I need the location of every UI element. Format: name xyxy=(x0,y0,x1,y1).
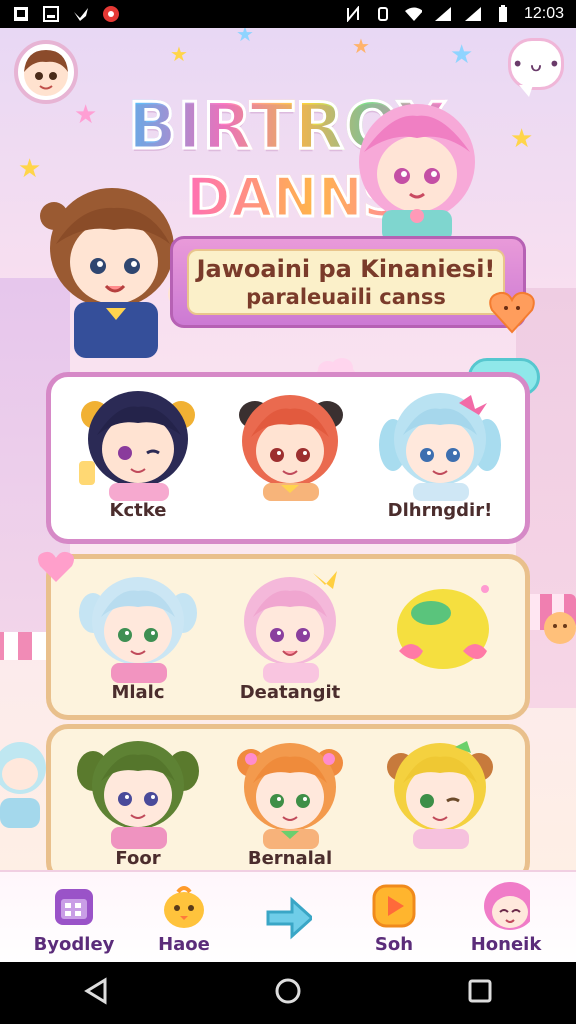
character-row-1: Kctke Dlhrngdir! xyxy=(46,372,530,544)
red-hair-girl-avatar xyxy=(239,395,343,501)
character-row-2: Mlalc Deatangit xyxy=(46,554,530,720)
nav-label: Byodley xyxy=(33,933,115,955)
blue-hair-girl-avatar xyxy=(379,393,501,501)
nav-item-honeik[interactable]: Honeik xyxy=(456,872,556,962)
play-icon xyxy=(370,882,418,930)
nfc-icon xyxy=(344,5,362,23)
nav-label: Soh xyxy=(374,933,414,955)
character-card[interactable] xyxy=(215,381,365,531)
nav-item-byodley[interactable]: Byodley xyxy=(24,872,124,962)
nav-item-arrow[interactable] xyxy=(238,872,338,962)
character-name: Mlalc xyxy=(111,682,165,703)
character-name: Dlhrngdir! xyxy=(387,500,493,521)
pink-hair-girl-mascot xyxy=(359,104,475,242)
status-time: 12:03 xyxy=(523,5,564,22)
character-card[interactable] xyxy=(365,729,515,879)
nav-item-soh[interactable]: Soh xyxy=(344,872,444,962)
star-icon: ★ xyxy=(18,154,42,184)
yellow-blob-pet-avatar xyxy=(397,585,489,669)
signal2-icon xyxy=(464,5,482,23)
calendar-icon xyxy=(50,882,98,930)
bottom-navigation: Byodley Haoe Soh Honeik xyxy=(0,870,576,962)
character-card[interactable] xyxy=(365,563,515,713)
character-name: Kctke xyxy=(109,500,167,521)
star-icon: ★ xyxy=(352,34,370,58)
bird-icon xyxy=(72,5,90,23)
gallery-icon xyxy=(12,5,30,23)
character-name: Bernalal xyxy=(247,848,333,869)
signal-icon xyxy=(434,5,452,23)
banner-subtitle: paraleuaili canss xyxy=(246,285,446,309)
heart-icon xyxy=(489,291,535,334)
star-icon: ★ xyxy=(510,124,534,154)
blonde-hair-girl-avatar xyxy=(387,741,493,849)
side-character-left xyxy=(0,742,46,828)
green-hair-girl-avatar xyxy=(77,741,199,849)
back-icon[interactable] xyxy=(81,976,111,1010)
system-navigation-bar xyxy=(0,962,576,1024)
vibrate-icon xyxy=(374,5,392,23)
star-icon: ★ xyxy=(450,40,474,70)
avatar-icon xyxy=(24,50,68,96)
character-row-3: Foor Bernalal xyxy=(46,724,530,884)
lightblue-hair-girl-avatar xyxy=(79,577,197,683)
dark-hair-girl-avatar xyxy=(79,391,195,501)
star-icon: ★ xyxy=(170,42,188,66)
arrow-icon xyxy=(264,892,312,940)
character-name: Foor xyxy=(115,848,161,869)
star-icon: ★ xyxy=(74,100,98,130)
orange-hair-girl-avatar xyxy=(237,743,343,849)
character-name: Deatangit xyxy=(239,682,341,703)
chat-bubble-icon: • ᴗ • xyxy=(511,52,561,76)
wifi-icon xyxy=(404,5,422,23)
heart-icon xyxy=(38,551,74,582)
battery-icon xyxy=(494,5,512,23)
character-card[interactable]: Mlalc xyxy=(63,563,213,713)
banner-title: Jawoaini pa Kinaniesi! xyxy=(196,255,496,283)
profile-icon xyxy=(482,881,530,930)
image-icon xyxy=(42,5,60,23)
side-character-right xyxy=(544,612,576,644)
announcement-banner[interactable]: Jawoaini pa Kinaniesi! paraleuaili canss xyxy=(170,236,526,328)
character-card[interactable]: Bernalal xyxy=(215,729,365,879)
pink-hair-girl-avatar xyxy=(244,571,337,683)
nav-label: Haoe xyxy=(158,933,210,955)
home-icon[interactable] xyxy=(273,976,303,1010)
character-card[interactable]: Deatangit xyxy=(215,563,365,713)
app-screen: ★ ★ ★ ★ ★ ★ ★ • ᴗ • BIRTROY DANNSA Jawoa… xyxy=(0,28,576,962)
chat-button[interactable]: • ᴗ • xyxy=(508,38,564,97)
star-icon: ★ xyxy=(236,28,254,46)
character-card[interactable]: Dlhrngdir! xyxy=(365,381,515,531)
character-card[interactable]: Kctke xyxy=(63,381,213,531)
nav-item-haoe[interactable]: Haoe xyxy=(134,872,234,962)
record-icon xyxy=(102,5,120,23)
nav-label: Honeik xyxy=(470,933,542,955)
status-bar: 12:03 xyxy=(0,0,576,28)
chick-icon xyxy=(160,882,208,930)
recents-icon[interactable] xyxy=(465,976,495,1010)
profile-avatar-button[interactable] xyxy=(14,40,78,104)
character-card[interactable]: Foor xyxy=(63,729,213,879)
